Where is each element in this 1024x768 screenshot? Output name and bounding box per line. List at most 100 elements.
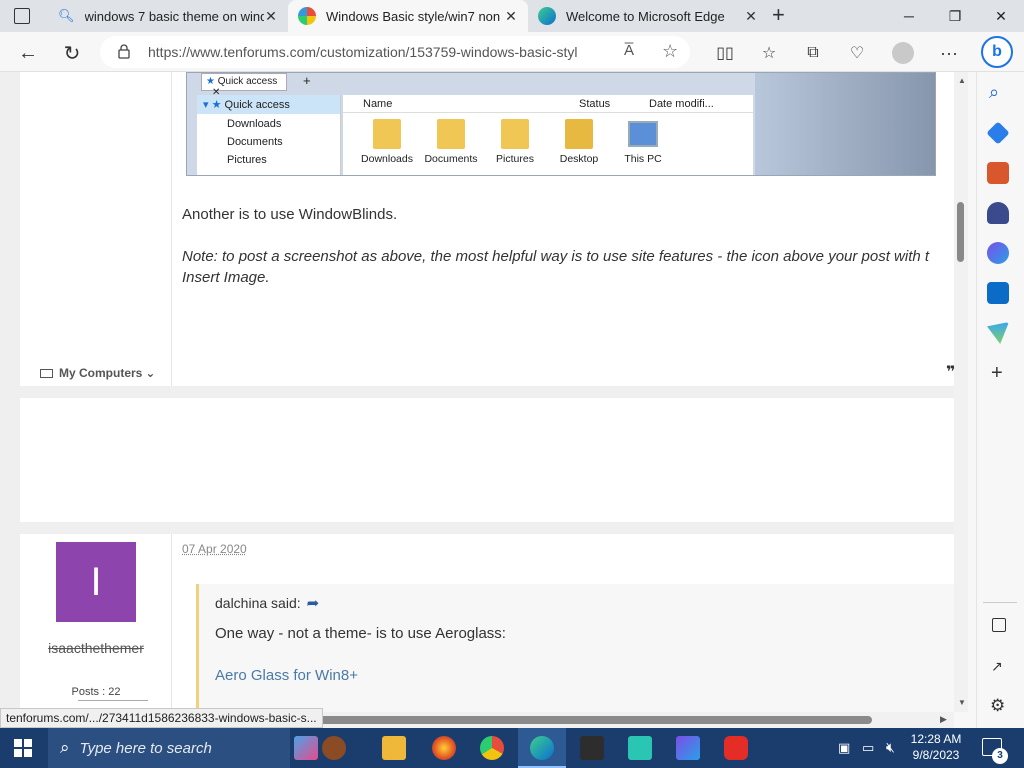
explorer-tab: ★ Quick access ✕ bbox=[201, 73, 287, 98]
lock-icon[interactable] bbox=[118, 44, 130, 59]
tab-title: windows 7 basic theme on windo bbox=[84, 8, 264, 24]
store-icon[interactable] bbox=[628, 736, 652, 760]
more-menu-icon[interactable]: ··· bbox=[936, 40, 962, 66]
my-computers-toggle[interactable]: My Computers ⌄ bbox=[40, 366, 155, 380]
quote-icon[interactable]: ❞ bbox=[946, 362, 954, 382]
open-external-icon[interactable]: ↗ bbox=[991, 658, 1003, 675]
explorer-tab-label: Quick access bbox=[217, 76, 278, 87]
clock[interactable]: 12:28 AM 9/8/2023 bbox=[906, 731, 966, 763]
quote-block: dalchina said: ➦ One way - not a theme- … bbox=[196, 584, 954, 728]
clock-time: 12:28 AM bbox=[910, 732, 962, 746]
close-icon[interactable]: ✕ bbox=[264, 8, 278, 25]
close-icon[interactable]: ✕ bbox=[504, 8, 518, 25]
favorites-icon[interactable]: ☆ bbox=[756, 40, 782, 66]
url-text[interactable]: https://www.tenforums.com/customization/… bbox=[148, 44, 578, 60]
username-link[interactable]: isaacthethemer bbox=[20, 640, 172, 656]
explorer-nav-item: Downloads bbox=[227, 118, 282, 130]
vertical-scrollbar[interactable]: ▲ ▼ bbox=[954, 72, 968, 712]
post-date[interactable]: 07 Apr 2020 bbox=[182, 542, 247, 556]
scroll-down-icon[interactable]: ▼ bbox=[958, 698, 966, 707]
profile-avatar[interactable] bbox=[890, 40, 916, 66]
new-tab-button[interactable]: + bbox=[772, 4, 794, 28]
hscrollbar-thumb[interactable] bbox=[318, 716, 872, 724]
address-bar[interactable]: https://www.tenforums.com/customization/… bbox=[100, 36, 690, 68]
windows-start-icon[interactable] bbox=[14, 739, 32, 757]
refresh-icon[interactable]: ↻ bbox=[59, 40, 85, 66]
shopping-tag-icon[interactable] bbox=[986, 121, 1010, 145]
folder-documents: Documents bbox=[419, 113, 483, 165]
folder-icon bbox=[501, 119, 529, 149]
quote-text: One way - not a theme- is to use Aerogla… bbox=[215, 625, 506, 642]
split-screen-icon[interactable]: ▯▯ bbox=[712, 40, 738, 66]
favorite-star-icon[interactable]: ☆ bbox=[662, 41, 678, 62]
laptop-icon bbox=[40, 368, 53, 378]
minimize-button[interactable]: ─ bbox=[886, 0, 932, 32]
avatar[interactable]: I bbox=[56, 542, 136, 622]
ad-block bbox=[20, 398, 954, 522]
tab-tenforums[interactable]: Windows Basic style/win7 non ae ✕ bbox=[288, 0, 528, 32]
title-bar: 🔍︎ windows 7 basic theme on windo ✕ Wind… bbox=[0, 0, 1024, 32]
taskbar-search[interactable]: ⌕ Type here to search bbox=[48, 728, 290, 768]
tab-title: Windows Basic style/win7 non ae bbox=[326, 8, 504, 24]
firefox-icon[interactable] bbox=[432, 736, 456, 760]
scrollbar-thumb[interactable] bbox=[957, 202, 964, 262]
explorer-nav-item: Documents bbox=[227, 136, 283, 148]
browser-essentials-icon[interactable]: ♡ bbox=[844, 40, 870, 66]
explorer-nav-pane: ▾ ★ Quick access Downloads Documents Pic… bbox=[197, 95, 341, 175]
copilot-taskbar-icon[interactable] bbox=[676, 736, 700, 760]
bing-copilot-icon[interactable]: b bbox=[981, 36, 1013, 68]
scroll-up-icon[interactable]: ▲ bbox=[958, 76, 966, 85]
tab-edge-welcome[interactable]: Welcome to Microsoft Edge ✕ bbox=[528, 0, 768, 32]
my-computers-label: My Computers bbox=[59, 366, 143, 380]
embedded-screenshot[interactable]: ★ Quick access ✕ + ▾ ★ Quick access Down… bbox=[186, 72, 936, 176]
tab-title: Welcome to Microsoft Edge bbox=[566, 8, 725, 24]
restore-button[interactable]: ❐ bbox=[932, 0, 978, 32]
file-explorer-icon[interactable] bbox=[382, 736, 406, 760]
post-note-continuation: Insert Image. bbox=[182, 269, 270, 286]
hide-sidebar-icon[interactable] bbox=[992, 618, 1006, 632]
settings-gear-icon[interactable]: ⚙ bbox=[990, 696, 1005, 716]
folder-downloads: Downloads bbox=[355, 113, 419, 165]
volume-muted-icon[interactable]: 🔇︎ bbox=[886, 739, 895, 756]
computer-icon bbox=[628, 121, 658, 147]
drop-icon[interactable] bbox=[987, 322, 1009, 344]
folder-icon bbox=[565, 119, 593, 149]
games-icon[interactable] bbox=[987, 202, 1009, 224]
close-icon[interactable]: ✕ bbox=[744, 8, 758, 25]
quote-link[interactable]: Aero Glass for Win8+ bbox=[215, 667, 358, 684]
youtube-icon[interactable] bbox=[724, 736, 748, 760]
outlook-icon[interactable] bbox=[987, 282, 1009, 304]
notification-badge: 3 bbox=[992, 748, 1008, 764]
add-sidebar-app-icon[interactable]: + bbox=[991, 362, 1003, 385]
scroll-right-icon[interactable]: ▶ bbox=[940, 714, 947, 725]
post-user-column bbox=[20, 72, 172, 386]
divider bbox=[983, 602, 1017, 603]
close-window-button[interactable]: ✕ bbox=[978, 0, 1024, 32]
news-widget-icon[interactable] bbox=[294, 736, 318, 760]
network-icon[interactable]: ▭ bbox=[862, 740, 874, 756]
chrome-icon[interactable] bbox=[480, 736, 504, 760]
football-widget-icon[interactable] bbox=[322, 736, 346, 760]
view-post-arrow-icon[interactable]: ➦ bbox=[307, 594, 320, 612]
folder-pictures: Pictures bbox=[483, 113, 547, 165]
edge-icon bbox=[530, 736, 554, 760]
tab-actions-icon[interactable] bbox=[14, 8, 30, 24]
back-icon[interactable]: ← bbox=[15, 40, 41, 66]
read-aloud-icon[interactable]: A̅ bbox=[624, 42, 634, 59]
taskbar-search-placeholder: Type here to search bbox=[79, 739, 212, 757]
taskbar: ⌕ Type here to search ▣ ▭ 🔇︎ 12:28 AM 9/… bbox=[0, 728, 1024, 768]
tools-icon[interactable] bbox=[987, 162, 1009, 184]
edge-icon bbox=[538, 7, 556, 25]
tab-windows7-search[interactable]: 🔍︎ windows 7 basic theme on windo ✕ bbox=[48, 0, 288, 32]
edge-taskbar-button[interactable] bbox=[518, 728, 566, 768]
tray-icon[interactable]: ▣ bbox=[838, 740, 850, 756]
avatar-letter: I bbox=[90, 559, 102, 604]
copilot-icon[interactable] bbox=[987, 242, 1009, 264]
tenforums-icon bbox=[298, 7, 316, 25]
column-header: Date modifi... bbox=[649, 97, 714, 110]
mail-icon[interactable] bbox=[580, 736, 604, 760]
search-icon[interactable]: ⌕ bbox=[989, 82, 999, 103]
collections-icon[interactable]: ⧉ bbox=[800, 40, 826, 66]
screenshot-background bbox=[755, 73, 935, 175]
explorer-nav-item: Pictures bbox=[227, 154, 267, 166]
